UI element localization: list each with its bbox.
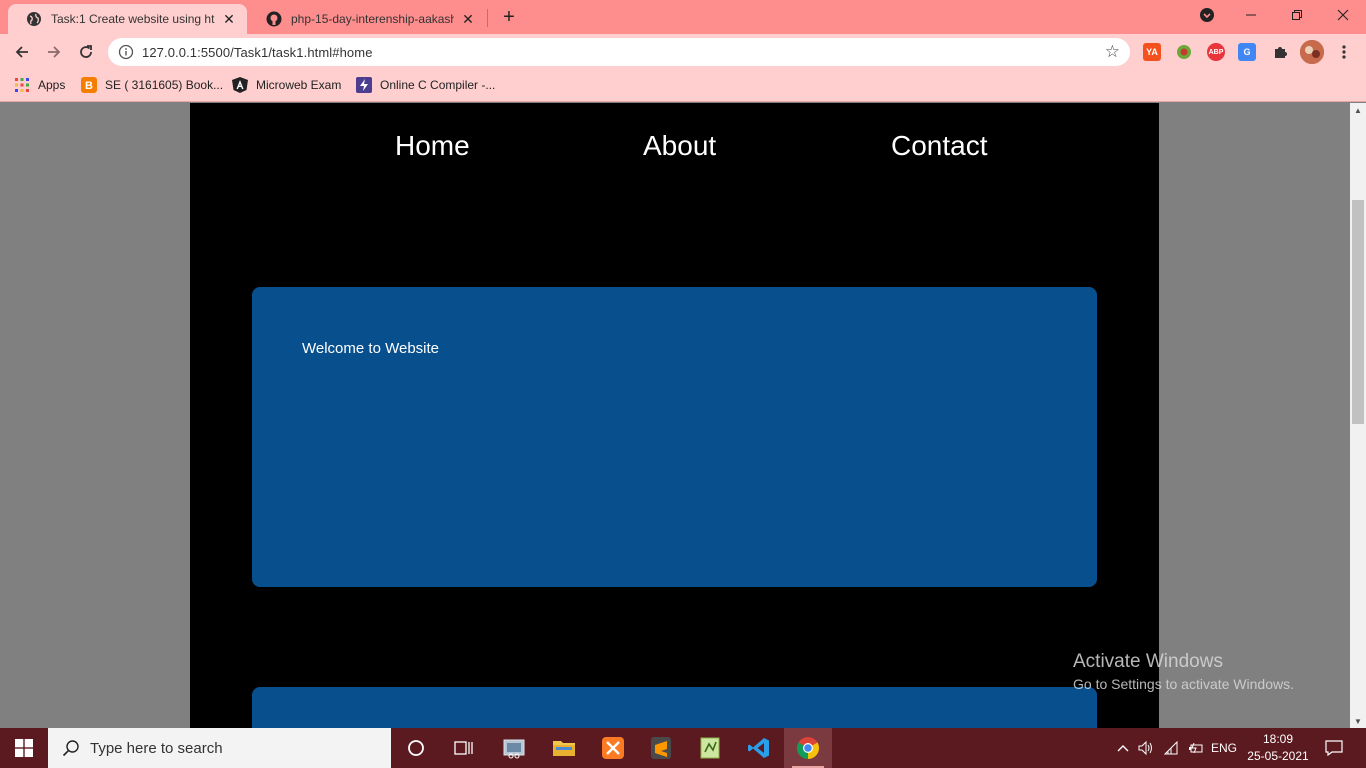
search-placeholder: Type here to search bbox=[90, 739, 223, 757]
info-icon[interactable] bbox=[118, 44, 134, 60]
watermark-title: Activate Windows bbox=[1073, 651, 1223, 672]
nav-contact[interactable]: Contact bbox=[891, 130, 988, 162]
vscode-icon[interactable] bbox=[735, 728, 783, 768]
minimize-icon bbox=[1246, 14, 1256, 16]
chrome-icon[interactable] bbox=[784, 728, 832, 768]
close-window-button[interactable] bbox=[1320, 0, 1366, 30]
minimize-button[interactable] bbox=[1228, 0, 1274, 30]
new-tab-button[interactable]: + bbox=[498, 6, 520, 28]
tab-title: php-15-day-interenship-aakash- bbox=[291, 12, 454, 26]
menu-button[interactable] bbox=[1331, 39, 1357, 65]
tab-search-button[interactable] bbox=[1184, 0, 1230, 30]
tab-separator bbox=[487, 9, 488, 27]
close-tab-icon[interactable]: ✕ bbox=[221, 11, 237, 27]
close-tab-icon[interactable]: ✕ bbox=[460, 11, 476, 27]
welcome-text: Welcome to Website bbox=[302, 340, 439, 357]
watermark-subtitle: Go to Settings to activate Windows. bbox=[1073, 676, 1294, 692]
bookmark-star-icon[interactable]: ☆ bbox=[1105, 42, 1120, 62]
windows-logo-icon bbox=[15, 739, 33, 757]
taskbar-clock[interactable]: 18:09 25-05-2021 bbox=[1240, 731, 1316, 765]
tab-bar: Task:1 Create website using html ✕ php-1… bbox=[0, 0, 1366, 34]
globe-icon bbox=[26, 11, 42, 27]
scroll-thumb[interactable] bbox=[1352, 200, 1364, 424]
cortana-icon[interactable] bbox=[392, 728, 440, 768]
notification-icon[interactable] bbox=[1320, 728, 1348, 768]
bookmarks-bar: Apps B SE ( 3161605) Book... Microweb Ex… bbox=[0, 70, 1366, 102]
language-indicator[interactable]: ENG bbox=[1210, 728, 1238, 768]
back-button[interactable] bbox=[9, 39, 35, 65]
tab-title: Task:1 Create website using html bbox=[51, 12, 215, 26]
bookmark-online-c-compiler[interactable]: Online C Compiler -... bbox=[356, 76, 495, 94]
snipping-icon[interactable] bbox=[490, 728, 538, 768]
adblock-plus-icon[interactable]: ABP bbox=[1207, 43, 1225, 61]
arrow-right-icon bbox=[48, 46, 61, 58]
avatar[interactable] bbox=[1300, 40, 1324, 64]
svg-text:B: B bbox=[85, 80, 93, 92]
restore-button[interactable] bbox=[1274, 0, 1320, 30]
forward-button[interactable] bbox=[41, 39, 67, 65]
tray-overflow-icon[interactable] bbox=[1113, 728, 1133, 768]
bookmark-label: Apps bbox=[38, 78, 66, 92]
page-viewport: Home About Contact Welcome to Website bbox=[0, 103, 1350, 728]
activate-windows-watermark: Activate Windows Go to Settings to activ… bbox=[1073, 651, 1294, 692]
xampp-icon[interactable] bbox=[589, 728, 637, 768]
sublime-text-icon[interactable] bbox=[637, 728, 685, 768]
xampp-icon[interactable]: YA bbox=[1143, 43, 1161, 61]
taskbar-search-box[interactable]: Type here to search bbox=[48, 728, 391, 768]
bookmark-label: SE ( 3161605) Book... bbox=[105, 78, 224, 92]
angular-icon bbox=[232, 77, 248, 93]
windows-taskbar: Type here to search ENG 18:09 25-05-2021 bbox=[0, 728, 1366, 768]
start-button[interactable] bbox=[0, 728, 48, 768]
scroll-up-icon[interactable]: ▲ bbox=[1350, 103, 1366, 117]
home-section-card: Welcome to Website bbox=[252, 287, 1097, 587]
bookmark-label: Microweb Exam bbox=[256, 78, 342, 92]
bookmark-apps[interactable]: Apps bbox=[14, 76, 65, 94]
nav-about[interactable]: About bbox=[643, 130, 716, 162]
apps-grid-icon bbox=[14, 77, 30, 93]
page-scrollbar[interactable]: ▲ ▼ bbox=[1350, 103, 1366, 728]
url-text[interactable]: 127.0.0.1:5500/Task1/task1.html#home bbox=[142, 45, 373, 60]
bookmark-se-book[interactable]: B SE ( 3161605) Book... bbox=[81, 76, 223, 94]
clock-time: 18:09 bbox=[1262, 732, 1294, 746]
close-icon bbox=[1337, 9, 1349, 21]
site-container: Home About Contact Welcome to Website bbox=[190, 103, 1159, 728]
blogger-icon: B bbox=[81, 77, 97, 93]
chevron-down-icon bbox=[1200, 8, 1214, 22]
clock-date: 25-05-2021 bbox=[1247, 749, 1309, 763]
notepad-icon[interactable] bbox=[686, 728, 734, 768]
volume-icon[interactable] bbox=[1136, 728, 1156, 768]
puzzle-icon[interactable] bbox=[1271, 43, 1289, 61]
address-bar[interactable]: 127.0.0.1:5500/Task1/task1.html#home ☆ bbox=[108, 38, 1130, 66]
android-icon[interactable] bbox=[1175, 43, 1193, 61]
bookmark-microweb[interactable]: Microweb Exam bbox=[232, 76, 341, 94]
about-section-card bbox=[252, 687, 1097, 728]
arrow-left-icon bbox=[15, 46, 28, 58]
search-icon bbox=[62, 739, 80, 757]
translate-icon[interactable]: G bbox=[1238, 43, 1256, 61]
more-vert-icon bbox=[1342, 45, 1346, 59]
scroll-down-icon[interactable]: ▼ bbox=[1350, 714, 1366, 728]
reload-icon bbox=[80, 45, 92, 58]
reload-button[interactable] bbox=[73, 39, 99, 65]
restore-icon bbox=[1292, 10, 1302, 20]
bolt-icon bbox=[356, 77, 372, 93]
nav-home[interactable]: Home bbox=[395, 130, 470, 162]
file-explorer-icon[interactable] bbox=[540, 728, 588, 768]
browser-toolbar: 127.0.0.1:5500/Task1/task1.html#home ☆ Y… bbox=[0, 34, 1366, 70]
github-icon bbox=[266, 11, 282, 27]
battery-icon[interactable] bbox=[1186, 728, 1206, 768]
bookmark-label: Online C Compiler -... bbox=[380, 78, 496, 92]
tab-active[interactable]: Task:1 Create website using html ✕ bbox=[8, 4, 247, 34]
task-view-icon[interactable] bbox=[440, 728, 488, 768]
network-icon[interactable] bbox=[1162, 728, 1182, 768]
tab-inactive[interactable]: php-15-day-interenship-aakash- ✕ bbox=[248, 4, 486, 34]
